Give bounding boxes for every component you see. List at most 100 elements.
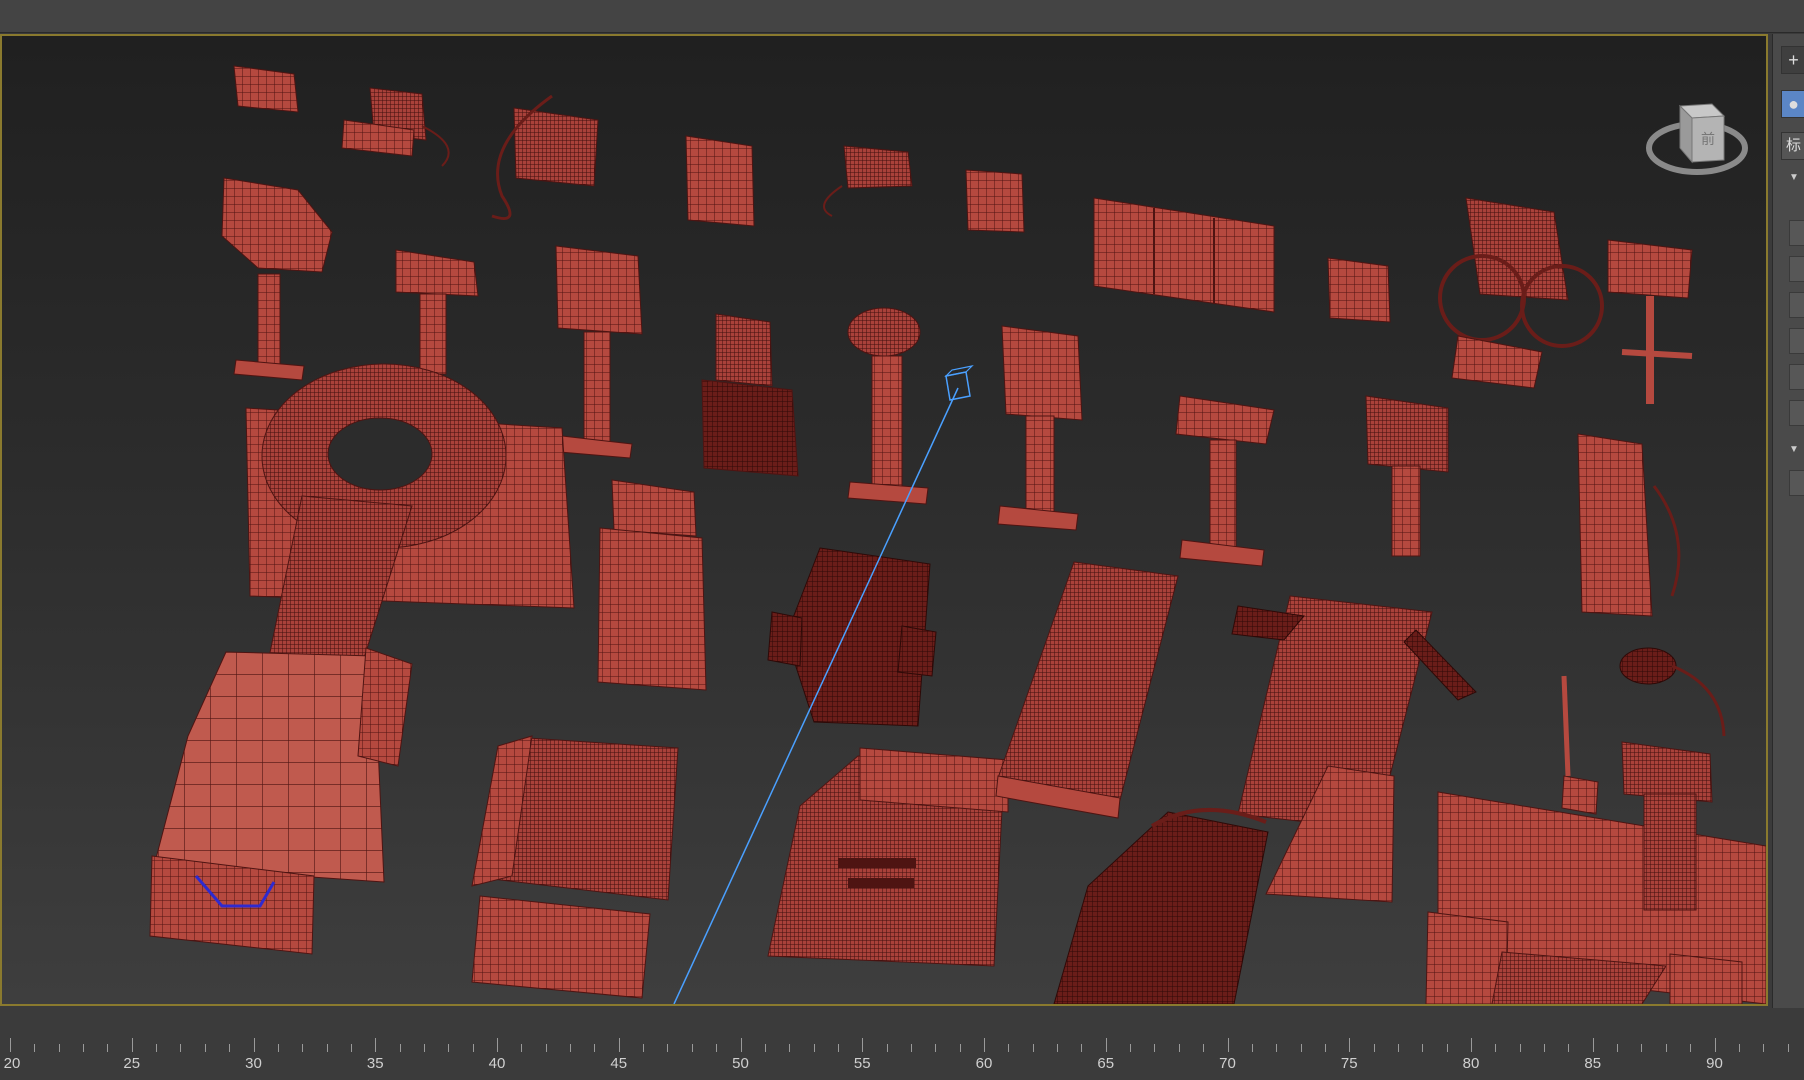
timeline-tick	[740, 1038, 742, 1052]
object-type-button[interactable]	[1789, 400, 1804, 426]
timeline-tick	[253, 1038, 255, 1052]
timeline-tick	[1251, 1044, 1253, 1052]
timeline-tick-label: 70	[1219, 1055, 1236, 1072]
infusion-stand-model[interactable]	[395, 249, 479, 375]
timeline-tick	[1373, 1044, 1375, 1052]
patient-room-set-model[interactable]	[1425, 791, 1766, 1004]
timeline-tick	[1349, 1038, 1351, 1052]
display-screen-model[interactable]	[965, 169, 1025, 233]
timeline-tick-label: 20	[3, 1055, 21, 1072]
ultrasound-cart-model[interactable]	[221, 177, 333, 381]
geometry-button[interactable]: ●	[1781, 90, 1804, 118]
timeline-tick	[204, 1044, 206, 1052]
timeline-tick	[1763, 1044, 1765, 1052]
timeline-tick	[1544, 1044, 1546, 1052]
surgical-light-stand-model[interactable]	[847, 307, 929, 505]
timeline-tick	[1422, 1044, 1424, 1052]
pump-device-model[interactable]	[823, 145, 913, 217]
timeline-tick	[1568, 1044, 1570, 1052]
ecg-cart-model[interactable]	[597, 479, 707, 691]
perspective-viewport[interactable]: 前	[0, 34, 1768, 1006]
vital-monitor-stand-model[interactable]	[555, 245, 643, 459]
timeline-tick	[1178, 1044, 1180, 1052]
examination-table-model[interactable]	[995, 561, 1179, 819]
helper-box[interactable]	[944, 365, 974, 401]
timeline-tick	[594, 1044, 596, 1052]
timeline-tick	[1227, 1038, 1229, 1052]
electric-bed-center-model[interactable]	[767, 747, 1009, 967]
monitor-small-model[interactable]	[233, 65, 299, 113]
analyzer-device-model[interactable]	[341, 87, 450, 167]
timeline-tick	[1690, 1044, 1692, 1052]
wall-panel-model[interactable]	[1093, 197, 1275, 313]
rollout-collapse-icon[interactable]: ▼	[1789, 172, 1799, 183]
timeline-tick	[1057, 1044, 1059, 1052]
timeline-tick-label: 25	[123, 1055, 141, 1072]
timeline-tick	[423, 1044, 425, 1052]
timeline-tick	[350, 1044, 352, 1052]
object-type-button[interactable]	[1789, 256, 1804, 282]
timeline-tick	[302, 1044, 304, 1052]
timeline-tick-label: 40	[488, 1055, 506, 1072]
object-type-button[interactable]	[1789, 364, 1804, 390]
object-type-button[interactable]	[1789, 328, 1804, 354]
timeline-tick	[1495, 1044, 1497, 1052]
timeline-tick	[34, 1044, 36, 1052]
timeline-tick	[1324, 1044, 1326, 1052]
rollout-collapse-icon[interactable]: ▼	[1789, 444, 1799, 455]
viewcube-icon[interactable]: 前	[1642, 76, 1752, 186]
phone-stand-model[interactable]	[1175, 395, 1275, 567]
timeline-tick	[521, 1044, 523, 1052]
timeline-tick	[959, 1044, 961, 1052]
cabinet-panel-model[interactable]	[685, 135, 755, 227]
timeline-ruler[interactable]: 20 25 30 35 40 45 50 55 60 65 70 75 80 85 90	[0, 1008, 1804, 1080]
monitor-box-model[interactable]	[1327, 257, 1391, 323]
manual-bed-model[interactable]	[1053, 808, 1269, 1004]
ct-scanner-model[interactable]	[245, 363, 575, 697]
timeline-tick	[789, 1044, 791, 1052]
timeline-tick	[497, 1038, 498, 1052]
instrument-table-model[interactable]	[1607, 239, 1693, 404]
treatment-chair-model[interactable]	[767, 547, 937, 727]
defibrillator-stand-model[interactable]	[997, 325, 1083, 531]
timeline-tick	[180, 1044, 182, 1052]
timeline-tick	[764, 1044, 766, 1052]
timeline-tick	[58, 1044, 60, 1052]
scene-canvas[interactable]	[2, 36, 1766, 1004]
timeline-tick	[1617, 1044, 1619, 1052]
timeline-tick	[643, 1044, 645, 1052]
stretcher-model[interactable]	[471, 735, 679, 999]
standard-primitives-dropdown[interactable]: 标	[1781, 132, 1804, 160]
timeline-tick-label: 65	[1097, 1055, 1115, 1072]
timeline-tick-label: 35	[366, 1055, 384, 1072]
object-type-button[interactable]	[1789, 220, 1804, 246]
anesthesia-unit-model[interactable]	[491, 94, 599, 220]
object-type-button[interactable]	[1789, 292, 1804, 318]
timeline-tick	[691, 1044, 693, 1052]
dialysis-machine-model[interactable]	[1577, 433, 1681, 617]
timeline-tick	[1203, 1044, 1205, 1052]
ventilator-cart-model[interactable]	[701, 313, 799, 477]
command-panel: + ● 标 ▼ ▼	[1772, 34, 1804, 1050]
timeline-tick	[1738, 1044, 1740, 1052]
timeline-tick	[131, 1038, 133, 1052]
create-button[interactable]: +	[1781, 46, 1804, 74]
hospital-bed-left-model[interactable]	[149, 647, 413, 955]
timeline-tick	[935, 1044, 937, 1052]
timeline-tick	[1300, 1044, 1302, 1052]
timeline-tick	[399, 1044, 401, 1052]
timeline-tick-label: 85	[1584, 1055, 1602, 1072]
timeline-tick	[1665, 1044, 1667, 1052]
timeline-tick	[1130, 1044, 1132, 1052]
timeline-tick	[326, 1044, 328, 1052]
timeline-tick-label: 55	[853, 1055, 871, 1072]
timeline-tick	[1105, 1038, 1107, 1052]
timeline-tick	[813, 1044, 815, 1052]
equipment-tower-model[interactable]	[1365, 395, 1449, 557]
timeline-tick-label: 80	[1462, 1055, 1480, 1072]
timeline-tick	[545, 1044, 547, 1052]
name-color-field[interactable]	[1789, 470, 1804, 496]
wheelchair-model[interactable]	[1438, 197, 1604, 389]
timeline-tick	[618, 1038, 620, 1052]
timeline-tick-label: 90	[1706, 1055, 1723, 1072]
